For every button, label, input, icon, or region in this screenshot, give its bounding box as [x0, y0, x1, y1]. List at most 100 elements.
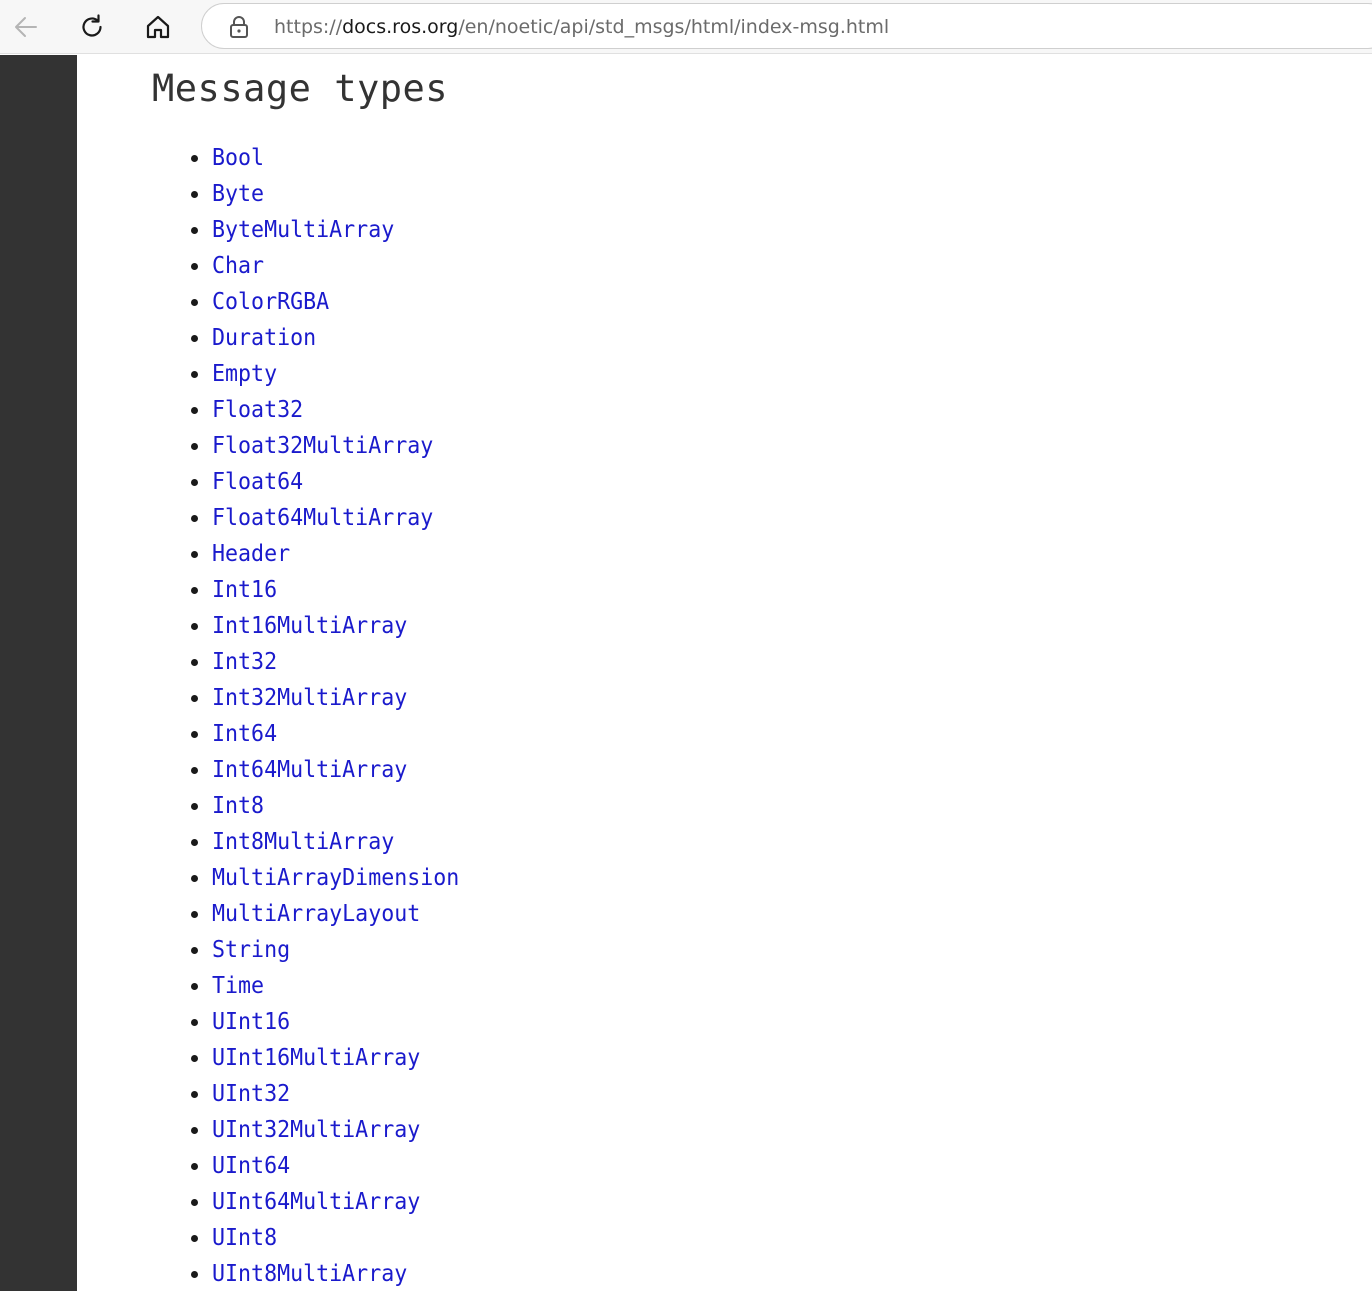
- message-type-link[interactable]: UInt32MultiArray: [212, 1112, 420, 1148]
- browser-toolbar: https://docs.ros.org/en/noetic/api/std_m…: [0, 0, 1372, 54]
- bullet-icon: [191, 983, 198, 990]
- bullet-icon: [191, 1091, 198, 1098]
- list-item: Float32: [77, 392, 475, 428]
- url-text[interactable]: https://docs.ros.org/en/noetic/api/std_m…: [274, 15, 889, 39]
- list-item: Int16: [77, 572, 475, 608]
- bullet-icon: [191, 695, 198, 702]
- message-type-link[interactable]: Float32: [212, 392, 303, 428]
- bullet-icon: [191, 443, 198, 450]
- message-type-link[interactable]: UInt16MultiArray: [212, 1040, 420, 1076]
- list-item: Char: [77, 248, 475, 284]
- url-host: docs.ros.org: [342, 16, 459, 38]
- list-item: UInt8MultiArray: [77, 1256, 475, 1291]
- bullet-icon: [191, 371, 198, 378]
- bullet-icon: [191, 1127, 198, 1134]
- message-type-link[interactable]: Int64MultiArray: [212, 752, 407, 788]
- message-type-link[interactable]: Header: [212, 536, 290, 572]
- bullet-icon: [191, 659, 198, 666]
- bullet-icon: [191, 1271, 198, 1278]
- address-bar[interactable]: https://docs.ros.org/en/noetic/api/std_m…: [201, 3, 1372, 49]
- home-icon: [146, 15, 170, 39]
- message-type-link[interactable]: Duration: [212, 320, 316, 356]
- url-scheme: https://: [274, 16, 343, 38]
- message-type-link[interactable]: UInt64: [212, 1148, 290, 1184]
- list-item: Int32MultiArray: [77, 680, 475, 716]
- message-type-link[interactable]: Char: [212, 248, 264, 284]
- message-type-link[interactable]: UInt8MultiArray: [212, 1256, 407, 1291]
- bullet-icon: [191, 551, 198, 558]
- message-type-link[interactable]: Time: [212, 968, 264, 1004]
- bullet-icon: [191, 227, 198, 234]
- list-item: Byte: [77, 176, 475, 212]
- message-type-link[interactable]: Bool: [212, 140, 264, 176]
- message-type-link[interactable]: Int16MultiArray: [212, 608, 407, 644]
- list-item: UInt8: [77, 1220, 475, 1256]
- message-type-link[interactable]: Int64: [212, 716, 277, 752]
- message-type-link[interactable]: Float32MultiArray: [212, 428, 433, 464]
- bullet-icon: [191, 1235, 198, 1242]
- bullet-icon: [191, 1019, 198, 1026]
- reload-button[interactable]: [72, 7, 112, 47]
- message-type-link[interactable]: String: [212, 932, 290, 968]
- message-type-link[interactable]: Int32MultiArray: [212, 680, 407, 716]
- page-title: Message types: [152, 67, 449, 110]
- bullet-icon: [191, 1163, 198, 1170]
- bullet-icon: [191, 947, 198, 954]
- message-type-link[interactable]: ColorRGBA: [212, 284, 329, 320]
- bullet-icon: [191, 911, 198, 918]
- message-type-link[interactable]: Float64: [212, 464, 303, 500]
- message-type-link[interactable]: UInt32: [212, 1076, 290, 1112]
- bullet-icon: [191, 767, 198, 774]
- list-item: Int64MultiArray: [77, 752, 475, 788]
- bullet-icon: [191, 623, 198, 630]
- url-path: /en/noetic/api/std_msgs/html/index-msg.h…: [458, 16, 890, 38]
- left-sidebar: [0, 55, 77, 1291]
- back-button[interactable]: [6, 7, 46, 47]
- message-type-link[interactable]: UInt64MultiArray: [212, 1184, 420, 1220]
- message-type-link[interactable]: Empty: [212, 356, 277, 392]
- reload-icon: [82, 14, 102, 37]
- message-type-link[interactable]: Float64MultiArray: [212, 500, 433, 536]
- bullet-icon: [191, 299, 198, 306]
- list-item: Int32: [77, 644, 475, 680]
- list-item: Int16MultiArray: [77, 608, 475, 644]
- list-item: Float64: [77, 464, 475, 500]
- message-type-link[interactable]: ByteMultiArray: [212, 212, 394, 248]
- list-item: String: [77, 932, 475, 968]
- arrow-left-icon: [15, 17, 37, 37]
- list-item: UInt64: [77, 1148, 475, 1184]
- list-item: UInt64MultiArray: [77, 1184, 475, 1220]
- list-item: MultiArrayLayout: [77, 896, 475, 932]
- bullet-icon: [191, 191, 198, 198]
- home-button[interactable]: [138, 7, 178, 47]
- message-type-link[interactable]: MultiArrayDimension: [212, 860, 459, 896]
- message-type-link[interactable]: UInt8: [212, 1220, 277, 1256]
- message-type-link[interactable]: Int8: [212, 788, 264, 824]
- bullet-icon: [191, 587, 198, 594]
- list-item: Int64: [77, 716, 475, 752]
- message-type-link[interactable]: MultiArrayLayout: [212, 896, 420, 932]
- main-content: Message types Bool Byte ByteMultiArray Char…: [77, 55, 1372, 1291]
- list-item: ColorRGBA: [77, 284, 475, 320]
- bullet-icon: [191, 515, 198, 522]
- message-type-link[interactable]: Int8MultiArray: [212, 824, 394, 860]
- message-type-link[interactable]: Byte: [212, 176, 264, 212]
- bullet-icon: [191, 263, 198, 270]
- message-type-link[interactable]: Int32: [212, 644, 277, 680]
- bullet-icon: [191, 1055, 198, 1062]
- list-item: Float32MultiArray: [77, 428, 475, 464]
- list-item: UInt16: [77, 1004, 475, 1040]
- list-item: Int8: [77, 788, 475, 824]
- bullet-icon: [191, 155, 198, 162]
- bullet-icon: [191, 803, 198, 810]
- bullet-icon: [191, 875, 198, 882]
- list-item: UInt16MultiArray: [77, 1040, 475, 1076]
- bullet-icon: [191, 839, 198, 846]
- lock-icon[interactable]: [228, 15, 250, 39]
- list-item: Float64MultiArray: [77, 500, 475, 536]
- message-type-link[interactable]: UInt16: [212, 1004, 290, 1040]
- message-type-link[interactable]: Int16: [212, 572, 277, 608]
- list-item: Duration: [77, 320, 475, 356]
- list-item: Int8MultiArray: [77, 824, 475, 860]
- list-item: MultiArrayDimension: [77, 860, 475, 896]
